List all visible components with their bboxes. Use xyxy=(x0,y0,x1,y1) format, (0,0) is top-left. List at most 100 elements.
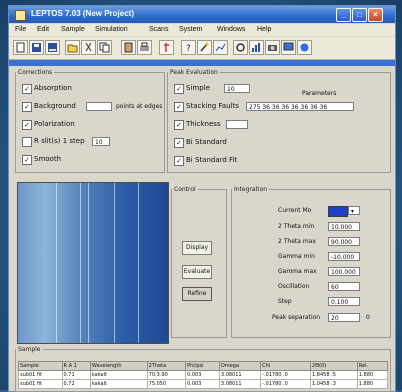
simple-dropdown[interactable]: 10 xyxy=(224,84,250,93)
table-cell[interactable]: kakalt xyxy=(89,370,148,380)
table-cell[interactable]: 0.72 xyxy=(61,379,91,389)
column-header[interactable]: Wavelength xyxy=(89,361,148,371)
image-streak xyxy=(80,183,81,343)
oscillation-field[interactable]: 60 xyxy=(328,282,360,291)
image-streak xyxy=(88,183,89,343)
table-cell[interactable]: 0.71 xyxy=(61,370,91,380)
menu-system[interactable]: System xyxy=(179,26,202,33)
column-header[interactable]: Omega xyxy=(218,361,262,371)
table-cell[interactable]: 1.880 xyxy=(356,379,389,389)
display-button[interactable]: Display xyxy=(182,241,212,255)
minimize-button[interactable]: _ xyxy=(336,8,351,22)
column-header[interactable]: Phi/psi xyxy=(185,361,220,371)
background-points-field[interactable] xyxy=(86,102,112,111)
menu-simulation[interactable]: Simulation xyxy=(95,26,128,33)
rslit-step-field[interactable]: 10 xyxy=(92,137,110,146)
column-header[interactable]: 2Theta xyxy=(146,361,187,371)
table-cell[interactable]: kakalt xyxy=(89,379,148,389)
open-icon[interactable] xyxy=(65,40,80,55)
oscillation-label: Oscillation xyxy=(278,283,310,290)
monitor-icon[interactable] xyxy=(281,40,296,55)
two-theta-min-field[interactable]: 10.000 xyxy=(328,222,360,231)
save-all-icon[interactable] xyxy=(45,40,60,55)
gamma-min-field[interactable]: -10.000 xyxy=(328,252,360,261)
integration-group: Integration Current Mo ▾ 2 Theta min 10.… xyxy=(231,186,391,338)
image-streak xyxy=(114,183,115,343)
table-cell[interactable]: 75.050 xyxy=(146,379,187,389)
table-cell[interactable]: 70.3.90 xyxy=(146,370,187,380)
column-header[interactable]: Rel. xyxy=(356,361,389,371)
checkbox[interactable]: ✓ xyxy=(174,102,184,112)
checkbox[interactable]: ✓ xyxy=(22,84,32,94)
column-header[interactable]: Chi xyxy=(260,361,312,371)
pin-icon[interactable] xyxy=(159,40,174,55)
menu-bar: File Edit Sample Simulation Scans System… xyxy=(9,24,395,36)
close-button[interactable]: × xyxy=(368,8,383,22)
menu-sample[interactable]: Sample xyxy=(61,26,85,33)
checkbox[interactable]: ✓ xyxy=(174,156,184,166)
peak-evaluation-legend: Peak Evaluation xyxy=(170,69,218,76)
stacking-faults-field[interactable]: 275 36 36 36 36 36 36 36 xyxy=(246,102,354,111)
separator-bar xyxy=(9,60,395,66)
column-header[interactable]: R A 1 xyxy=(61,361,91,371)
integration-legend: Integration xyxy=(234,186,268,193)
table-cell[interactable]: 3.08011 xyxy=(218,379,262,389)
checkbox[interactable]: ✓ xyxy=(22,155,32,165)
table-row[interactable]: sub01 fit 0.71 kakalt 70.3.90 0.003 3.08… xyxy=(18,370,389,380)
current-mo-dropdown[interactable]: ▾ xyxy=(348,206,360,215)
current-mo-color-swatch[interactable] xyxy=(328,206,348,217)
table-cell[interactable]: 0.003 xyxy=(185,379,220,389)
help-icon[interactable]: ? xyxy=(181,40,196,55)
menu-file[interactable]: File xyxy=(15,26,26,33)
refine-button[interactable]: Refine xyxy=(182,287,212,301)
diffraction-image-preview[interactable] xyxy=(17,182,169,344)
camera-icon[interactable] xyxy=(265,40,280,55)
peak-separation-field[interactable]: 20 xyxy=(328,313,360,322)
table-cell[interactable]: 1.8458 .5 xyxy=(310,370,358,380)
table-cell[interactable]: sub01 fit xyxy=(18,370,63,380)
title-bar[interactable]: LEPTOS 7.03 (New Project) _ □ × xyxy=(9,6,395,23)
maximize-button[interactable]: □ xyxy=(352,8,367,22)
checkbox[interactable]: ✓ xyxy=(22,102,32,112)
print-icon[interactable] xyxy=(137,40,152,55)
corrections-legend: Corrections xyxy=(18,69,53,76)
table-cell[interactable]: -.01780 .0 xyxy=(260,379,312,389)
checkbox[interactable]: ✓ xyxy=(174,120,184,130)
table-row[interactable]: sub01 fit 0.72 kakalt 75.050 0.003 3.080… xyxy=(18,379,389,389)
chart-icon[interactable] xyxy=(213,40,228,55)
paste-icon[interactable] xyxy=(121,40,136,55)
thickness-field[interactable] xyxy=(226,120,248,129)
cut-icon[interactable] xyxy=(81,40,96,55)
current-mo-label: Current Mo xyxy=(278,207,312,214)
two-theta-max-field[interactable]: 90.000 xyxy=(328,237,360,246)
gamma-min-label: Gamma min xyxy=(278,253,315,260)
copy-icon[interactable] xyxy=(97,40,112,55)
save-icon[interactable] xyxy=(29,40,44,55)
menu-help[interactable]: Help xyxy=(257,26,271,33)
column-header[interactable]: Sample xyxy=(18,361,63,371)
new-file-icon[interactable] xyxy=(13,40,28,55)
table-cell[interactable]: -.01780 .0 xyxy=(260,370,312,380)
menu-edit[interactable]: Edit xyxy=(37,26,49,33)
checkbox[interactable] xyxy=(22,137,32,147)
checkbox[interactable]: ✓ xyxy=(22,120,32,130)
checkbox[interactable]: ✓ xyxy=(174,138,184,148)
table-cell[interactable]: sub01 fit xyxy=(18,379,63,389)
menu-scans[interactable]: Scans xyxy=(149,26,168,33)
column-header[interactable]: 2Θ(0) xyxy=(310,361,358,371)
table-cell[interactable]: 1.0458 .3 xyxy=(310,379,358,389)
graph-icon[interactable] xyxy=(249,40,264,55)
image-streak xyxy=(56,183,57,343)
table-cell[interactable]: 1.880 xyxy=(356,370,389,380)
evaluate-button[interactable]: Evaluate xyxy=(182,265,212,279)
step-field[interactable]: 0.100 xyxy=(328,297,360,306)
checkbox[interactable]: ✓ xyxy=(174,84,184,94)
table-cell[interactable]: 0.003 xyxy=(185,370,220,380)
gamma-max-field[interactable]: 100.000 xyxy=(328,267,360,276)
step-label: Step xyxy=(278,298,292,305)
info-icon[interactable] xyxy=(297,40,312,55)
menu-windows[interactable]: Windows xyxy=(217,26,245,33)
wizard-icon[interactable] xyxy=(197,40,212,55)
settings-icon[interactable] xyxy=(233,40,248,55)
table-cell[interactable]: 3.08011 xyxy=(218,370,262,380)
